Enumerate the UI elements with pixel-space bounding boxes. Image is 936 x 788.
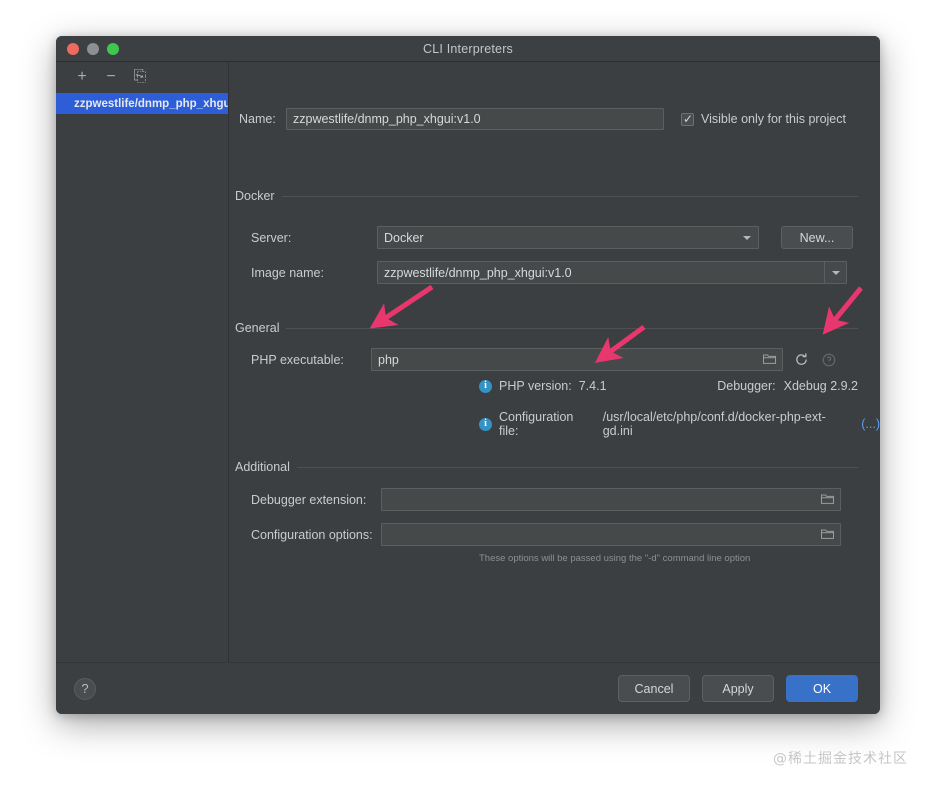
general-group-header: General (235, 321, 858, 335)
configuration-options-row: Configuration options: (235, 523, 841, 546)
ok-button[interactable]: OK (786, 675, 858, 702)
general-group-divider (286, 327, 858, 329)
site-watermark: @稀土掘金技术社区 (773, 751, 908, 767)
chevron-down-icon[interactable] (824, 262, 846, 283)
server-select[interactable]: Docker (377, 226, 759, 249)
configuration-file-info: i Configuration file: /usr/local/etc/php… (479, 410, 880, 438)
cancel-button[interactable]: Cancel (618, 675, 690, 702)
php-version-value: 7.4.1 (578, 379, 607, 393)
general-group-title: General (235, 321, 280, 335)
php-version-label: PHP version: (499, 379, 572, 393)
interpreter-list: zzpwestlife/dnmp_php_xhgui:v1.0 (56, 92, 228, 114)
debugger-value: Xdebug 2.9.2 (783, 379, 858, 393)
image-name-label: Image name: (251, 265, 324, 280)
folder-browse-icon[interactable] (763, 353, 776, 366)
remove-interpreter-icon[interactable]: − (103, 68, 119, 85)
info-icon: i (479, 379, 492, 393)
info-icon: i (479, 417, 492, 431)
image-name-value: zzpwestlife/dnmp_php_xhgui:v1.0 (384, 265, 572, 280)
list-item[interactable]: zzpwestlife/dnmp_php_xhgui:v1.0 (56, 93, 228, 114)
docker-group-divider (281, 195, 858, 197)
configuration-file-value: /usr/local/etc/php/conf.d/docker-php-ext… (602, 410, 826, 438)
visible-only-for-project-checkbox[interactable]: ✓ Visible only for this project (681, 112, 846, 126)
check-glyph-icon: ✓ (683, 111, 694, 126)
debugger-extension-input[interactable] (381, 488, 841, 511)
debugger-info: Debugger: Xdebug 2.9.2 (717, 379, 858, 393)
debugger-extension-label: Debugger extension: (251, 492, 367, 507)
docker-group-header: Docker (235, 189, 858, 203)
image-name-row: Image name: zzpwestlife/dnmp_php_xhgui:v… (235, 261, 847, 284)
additional-group-title: Additional (235, 460, 290, 474)
cli-interpreters-dialog: CLI Interpreters + − ⎘ zzpwestlife/dnmp_… (56, 36, 880, 714)
zoom-button-icon[interactable] (107, 42, 119, 55)
refresh-glyph (795, 353, 807, 365)
name-row: Name: ✓ Visible only for this project (235, 108, 858, 130)
new-server-button[interactable]: New... (781, 226, 853, 249)
server-label: Server: (251, 230, 292, 245)
name-input[interactable] (286, 108, 664, 130)
folder-browse-icon[interactable] (821, 528, 834, 541)
folder-browse-icon[interactable] (821, 493, 834, 506)
php-executable-label: PHP executable: (251, 352, 344, 367)
additional-group-header: Additional (235, 460, 858, 474)
dialog-body: + − ⎘ zzpwestlife/dnmp_php_xhgui:v1.0 Na… (56, 62, 880, 662)
footer-button-group: Cancel Apply OK (618, 675, 858, 702)
interpreters-sidebar: + − ⎘ zzpwestlife/dnmp_php_xhgui:v1.0 (56, 62, 229, 662)
help-button[interactable]: ? (74, 677, 96, 700)
apply-button[interactable]: Apply (702, 675, 774, 702)
copy-interpreter-icon[interactable]: ⎘ (132, 68, 148, 85)
refresh-icon[interactable] (791, 350, 811, 370)
folder-glyph (821, 494, 834, 504)
help-circle-glyph (822, 353, 836, 366)
folder-glyph (821, 529, 834, 539)
docker-group-title: Docker (235, 189, 275, 203)
server-row: Server: Docker New... (235, 226, 853, 249)
name-label: Name: (239, 112, 276, 126)
window-titlebar: CLI Interpreters (56, 36, 880, 62)
chevron-down-icon[interactable] (736, 227, 758, 248)
interpreter-settings-panel: Name: ✓ Visible only for this project Do… (229, 62, 880, 662)
configuration-options-label: Configuration options: (251, 527, 373, 542)
traffic-light-group (56, 42, 119, 55)
checkbox-box[interactable]: ✓ (681, 111, 694, 126)
configuration-file-label: Configuration file: (499, 410, 574, 438)
server-select-value: Docker (384, 230, 424, 245)
configuration-options-hint: These options will be passed using the "… (479, 553, 751, 564)
php-executable-row: PHP executable: php (235, 348, 839, 371)
sidebar-toolbar: + − ⎘ (56, 62, 228, 92)
add-interpreter-icon[interactable]: + (74, 68, 90, 85)
debugger-label: Debugger: (717, 379, 776, 393)
dialog-footer: ? Cancel Apply OK (56, 662, 880, 714)
php-version-info: i PHP version: 7.4.1 (479, 379, 607, 393)
folder-glyph (763, 354, 776, 364)
visible-only-label: Visible only for this project (701, 112, 846, 126)
minimize-button-icon[interactable] (87, 42, 99, 55)
configuration-options-input[interactable] (381, 523, 841, 546)
window-title: CLI Interpreters (422, 41, 514, 56)
configuration-file-more-link[interactable]: (...) (861, 417, 880, 431)
php-executable-input[interactable]: php (371, 348, 783, 371)
image-name-select[interactable]: zzpwestlife/dnmp_php_xhgui:v1.0 (377, 261, 847, 284)
close-button-icon[interactable] (67, 42, 79, 55)
php-executable-value: php (378, 352, 399, 367)
help-info-icon[interactable] (819, 350, 839, 370)
additional-group-divider (296, 466, 858, 468)
debugger-extension-row: Debugger extension: (235, 488, 841, 511)
